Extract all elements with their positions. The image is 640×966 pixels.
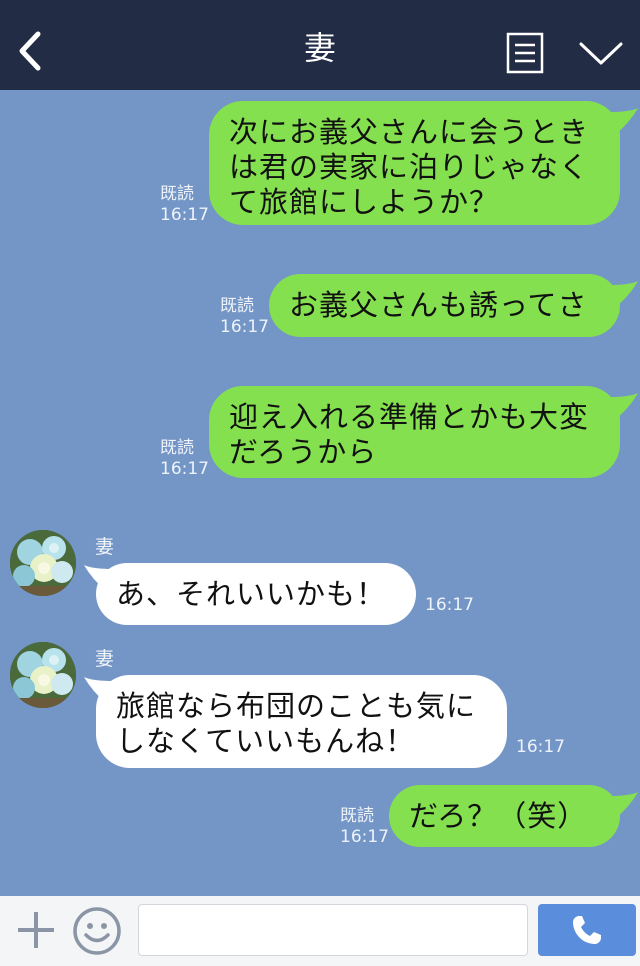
sent-message-bubble[interactable]: 次にお義父さんに会うとき は君の実家に泊りじゃなく て旅館にしようか？	[209, 101, 620, 225]
sent-message-bubble[interactable]: お義父さんも誘ってさ	[269, 274, 620, 337]
sender-name: 妻	[95, 648, 115, 670]
read-receipt: 既読 16:17	[340, 806, 389, 848]
contact-avatar[interactable]	[10, 530, 76, 596]
message-time: 16:17	[160, 459, 209, 479]
read-label: 既読	[220, 296, 254, 316]
chat-title: 妻	[303, 29, 336, 67]
memo-icon[interactable]	[506, 32, 544, 74]
message-time: 16:17	[220, 317, 269, 337]
sender-name: 妻	[95, 536, 115, 558]
sent-message-bubble[interactable]: だろ？（笑）	[389, 785, 620, 847]
plus-icon[interactable]	[14, 908, 58, 952]
chat-header: 妻	[0, 0, 640, 90]
roses-avatar-image	[10, 642, 76, 708]
contact-avatar[interactable]	[10, 642, 76, 708]
received-message-bubble[interactable]: あ、それいいかも！	[96, 563, 416, 625]
read-label: 既読	[160, 438, 194, 458]
read-label: 既読	[160, 184, 194, 204]
bubble-tail	[608, 792, 638, 818]
phone-icon	[573, 916, 601, 944]
bubble-tail	[608, 281, 638, 307]
message-time: 16:17	[425, 595, 474, 615]
read-receipt: 既読 16:17	[160, 184, 209, 226]
read-label: 既読	[340, 806, 374, 826]
message-time: 16:17	[160, 205, 209, 225]
smiley-icon[interactable]	[72, 906, 122, 956]
roses-avatar-image	[10, 530, 76, 596]
sent-message-bubble[interactable]: 迎え入れる準備とかも大変 だろうから	[209, 386, 620, 478]
message-time: 16:17	[516, 737, 565, 757]
read-receipt: 既読 16:17	[160, 438, 209, 480]
bubble-tail	[608, 393, 638, 419]
read-receipt: 既読 16:17	[220, 296, 269, 338]
received-message-bubble[interactable]: 旅館なら布団のことも気に しなくていいもんね！	[96, 675, 507, 768]
bubble-tail	[608, 108, 638, 134]
message-text-field[interactable]	[138, 904, 528, 956]
chevron-down-icon[interactable]	[578, 38, 624, 68]
message-time: 16:17	[340, 827, 389, 847]
call-button[interactable]	[538, 904, 636, 956]
